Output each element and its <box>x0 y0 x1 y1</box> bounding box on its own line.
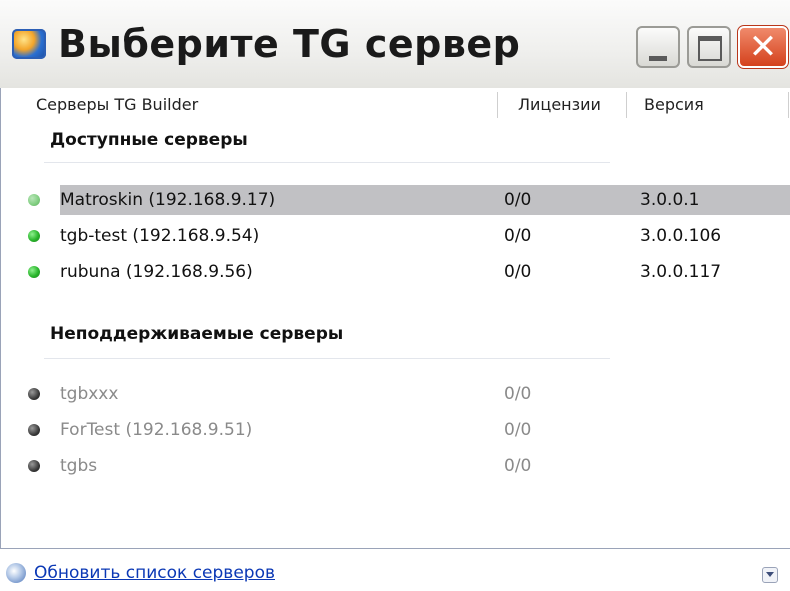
group-title: Неподдерживаемые серверы <box>50 324 344 344</box>
server-name: tgb-test (192.168.9.54) <box>60 226 260 246</box>
column-divider[interactable] <box>788 92 789 118</box>
server-licenses: 0/0 <box>504 456 532 476</box>
list-header: Серверы TG Builder Лицензии Версия <box>4 88 790 123</box>
status-online-icon <box>28 230 40 242</box>
server-select-window: Выберите TG сервер ✕ Серверы TG Builder … <box>0 0 790 591</box>
group-divider <box>44 162 610 163</box>
chevron-down-icon <box>766 572 774 577</box>
window-title: Выберите TG сервер <box>58 22 521 66</box>
status-unsupported-icon <box>28 388 40 400</box>
expand-button[interactable] <box>762 567 778 583</box>
close-button[interactable]: ✕ <box>737 25 789 69</box>
server-list: Доступные серверы Matroskin (192.168.9.17… <box>4 122 790 548</box>
minimize-button[interactable] <box>636 26 680 68</box>
server-licenses: 0/0 <box>504 384 532 404</box>
server-licenses: 0/0 <box>504 262 532 282</box>
column-divider[interactable] <box>626 92 627 118</box>
group-title: Доступные серверы <box>50 130 248 150</box>
server-name: rubuna (192.168.9.56) <box>60 262 253 282</box>
app-icon <box>12 29 46 59</box>
column-header-licenses[interactable]: Лицензии <box>518 88 601 122</box>
refresh-servers-link[interactable]: Обновить список серверов <box>34 561 275 585</box>
status-unsupported-icon <box>28 424 40 436</box>
status-online-icon <box>28 194 40 206</box>
minimize-icon <box>649 56 667 61</box>
server-version: 3.0.0.106 <box>640 226 722 246</box>
maximize-button[interactable] <box>687 26 731 68</box>
server-version: 3.0.0.117 <box>640 262 722 282</box>
title-bar[interactable]: Выберите TG сервер ✕ <box>0 0 790 89</box>
server-name: tgbxxx <box>60 384 119 404</box>
maximize-icon <box>698 36 722 61</box>
footer: Обновить список серверов <box>0 548 790 591</box>
column-header-servers[interactable]: Серверы TG Builder <box>36 88 198 122</box>
column-divider[interactable] <box>497 92 498 118</box>
server-row[interactable] <box>26 379 790 409</box>
status-online-icon <box>28 266 40 278</box>
server-name: tgbs <box>60 456 98 476</box>
group-divider <box>44 358 610 359</box>
column-header-version[interactable]: Версия <box>644 88 704 122</box>
server-licenses: 0/0 <box>504 226 532 246</box>
server-licenses: 0/0 <box>504 420 532 440</box>
server-row[interactable] <box>26 451 790 481</box>
refresh-icon[interactable] <box>6 563 26 583</box>
server-name: Matroskin (192.168.9.17) <box>60 190 276 210</box>
server-version: 3.0.0.1 <box>640 190 700 210</box>
status-unsupported-icon <box>28 460 40 472</box>
close-icon: ✕ <box>748 27 778 67</box>
server-licenses: 0/0 <box>504 190 532 210</box>
server-name: ForTest (192.168.9.51) <box>60 420 253 440</box>
